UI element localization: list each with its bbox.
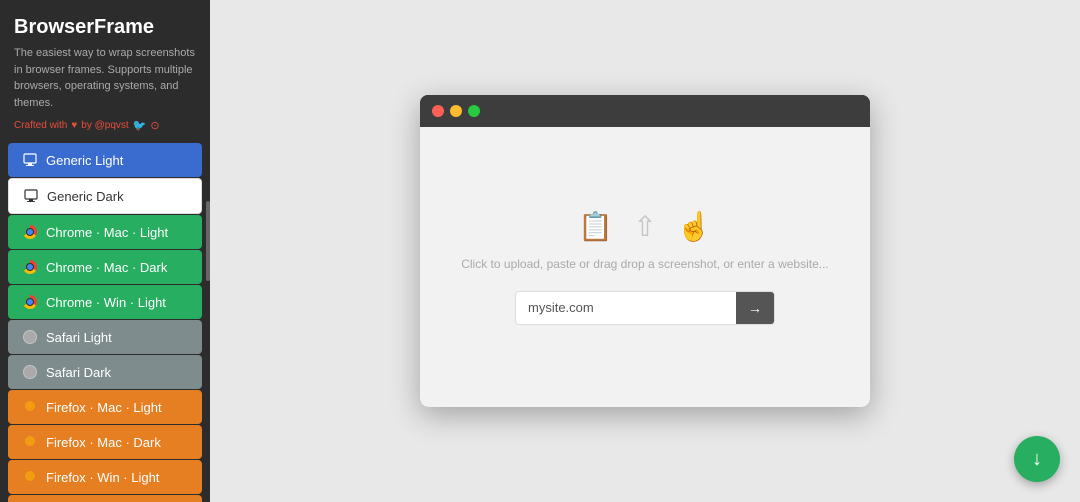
chrome-icon <box>22 224 38 240</box>
browser-frame-preview: 📋 ⇧ ☝ Click to upload, paste or drag dro… <box>420 95 870 407</box>
sidebar-item-safari-dark[interactable]: Safari Dark <box>8 355 202 389</box>
upload-icon: ⇧ <box>633 210 656 243</box>
sidebar-item-firefox-win-dark[interactable]: Firefox · Win · Dark <box>8 495 202 502</box>
safari-icon <box>22 329 38 345</box>
safari-icon <box>22 364 38 380</box>
pointer-icon: ☝ <box>677 210 712 243</box>
main-content: 📋 ⇧ ☝ Click to upload, paste or drag dro… <box>210 0 1080 502</box>
sidebar-item-firefox-mac-dark[interactable]: Firefox · Mac · Dark <box>8 425 202 459</box>
sidebar-item-firefox-win-light[interactable]: Firefox · Win · Light <box>8 460 202 494</box>
sidebar-item-label-chrome-win-light: Chrome · Win · Light <box>46 295 166 310</box>
upload-icon-group: 📋 ⇧ ☝ <box>578 210 711 243</box>
sidebar-item-chrome-win-light[interactable]: Chrome · Win · Light <box>8 285 202 319</box>
traffic-light-close[interactable] <box>432 105 444 117</box>
monitor-icon <box>23 188 39 204</box>
upload-instructions: Click to upload, paste or drag drop a sc… <box>461 257 829 271</box>
sidebar-item-firefox-mac-light[interactable]: Firefox · Mac · Light <box>8 390 202 424</box>
sidebar-item-label-firefox-mac-light: Firefox · Mac · Light <box>46 400 162 415</box>
sidebar-item-chrome-mac-light[interactable]: Chrome · Mac · Light <box>8 215 202 249</box>
app-title: BrowserFrame <box>14 16 196 39</box>
firefox-icon <box>22 434 38 450</box>
heart-icon: ♥ <box>71 120 77 131</box>
sidebar-item-safari-light[interactable]: Safari Light <box>8 320 202 354</box>
sidebar: BrowserFrame The easiest way to wrap scr… <box>0 0 210 502</box>
url-input[interactable] <box>516 292 736 323</box>
twitter-icon: 🐦 <box>133 119 147 132</box>
monitor-icon <box>22 152 38 168</box>
sidebar-item-generic-light[interactable]: Generic Light <box>8 143 202 177</box>
github-icon: ⊙ <box>150 119 159 132</box>
sidebar-item-label-generic-light: Generic Light <box>46 153 123 168</box>
sidebar-item-label-safari-dark: Safari Dark <box>46 365 111 380</box>
app-credit: Crafted with ♥ by @pqvst 🐦 ⊙ <box>14 119 196 132</box>
sidebar-item-label-safari-light: Safari Light <box>46 330 112 345</box>
download-fab[interactable]: ↓ <box>1014 436 1060 482</box>
sidebar-item-label-chrome-mac-light: Chrome · Mac · Light <box>46 225 168 240</box>
sidebar-item-label-generic-dark: Generic Dark <box>47 189 124 204</box>
sidebar-header: BrowserFrame The easiest way to wrap scr… <box>0 0 210 142</box>
nav-list: Generic Light Generic Dark Chrome · Mac · … <box>0 142 210 502</box>
url-bar: → <box>515 291 775 325</box>
firefox-icon <box>22 469 38 485</box>
traffic-light-minimize[interactable] <box>450 105 462 117</box>
sidebar-item-label-firefox-mac-dark: Firefox · Mac · Dark <box>46 435 161 450</box>
sidebar-item-label-firefox-win-light: Firefox · Win · Light <box>46 470 159 485</box>
browser-content-area: 📋 ⇧ ☝ Click to upload, paste or drag dro… <box>420 127 870 407</box>
chrome-icon <box>22 259 38 275</box>
browser-titlebar <box>420 95 870 127</box>
url-submit-button[interactable]: → <box>736 292 774 324</box>
firefox-icon <box>22 399 38 415</box>
sidebar-item-label-chrome-mac-dark: Chrome · Mac · Dark <box>46 260 167 275</box>
sidebar-item-chrome-mac-dark[interactable]: Chrome · Mac · Dark <box>8 250 202 284</box>
chrome-icon <box>22 294 38 310</box>
traffic-light-fullscreen[interactable] <box>468 105 480 117</box>
app-description: The easiest way to wrap screenshots in b… <box>14 45 196 111</box>
sidebar-item-generic-dark[interactable]: Generic Dark <box>8 178 202 214</box>
copy-icon: 📋 <box>578 210 613 243</box>
